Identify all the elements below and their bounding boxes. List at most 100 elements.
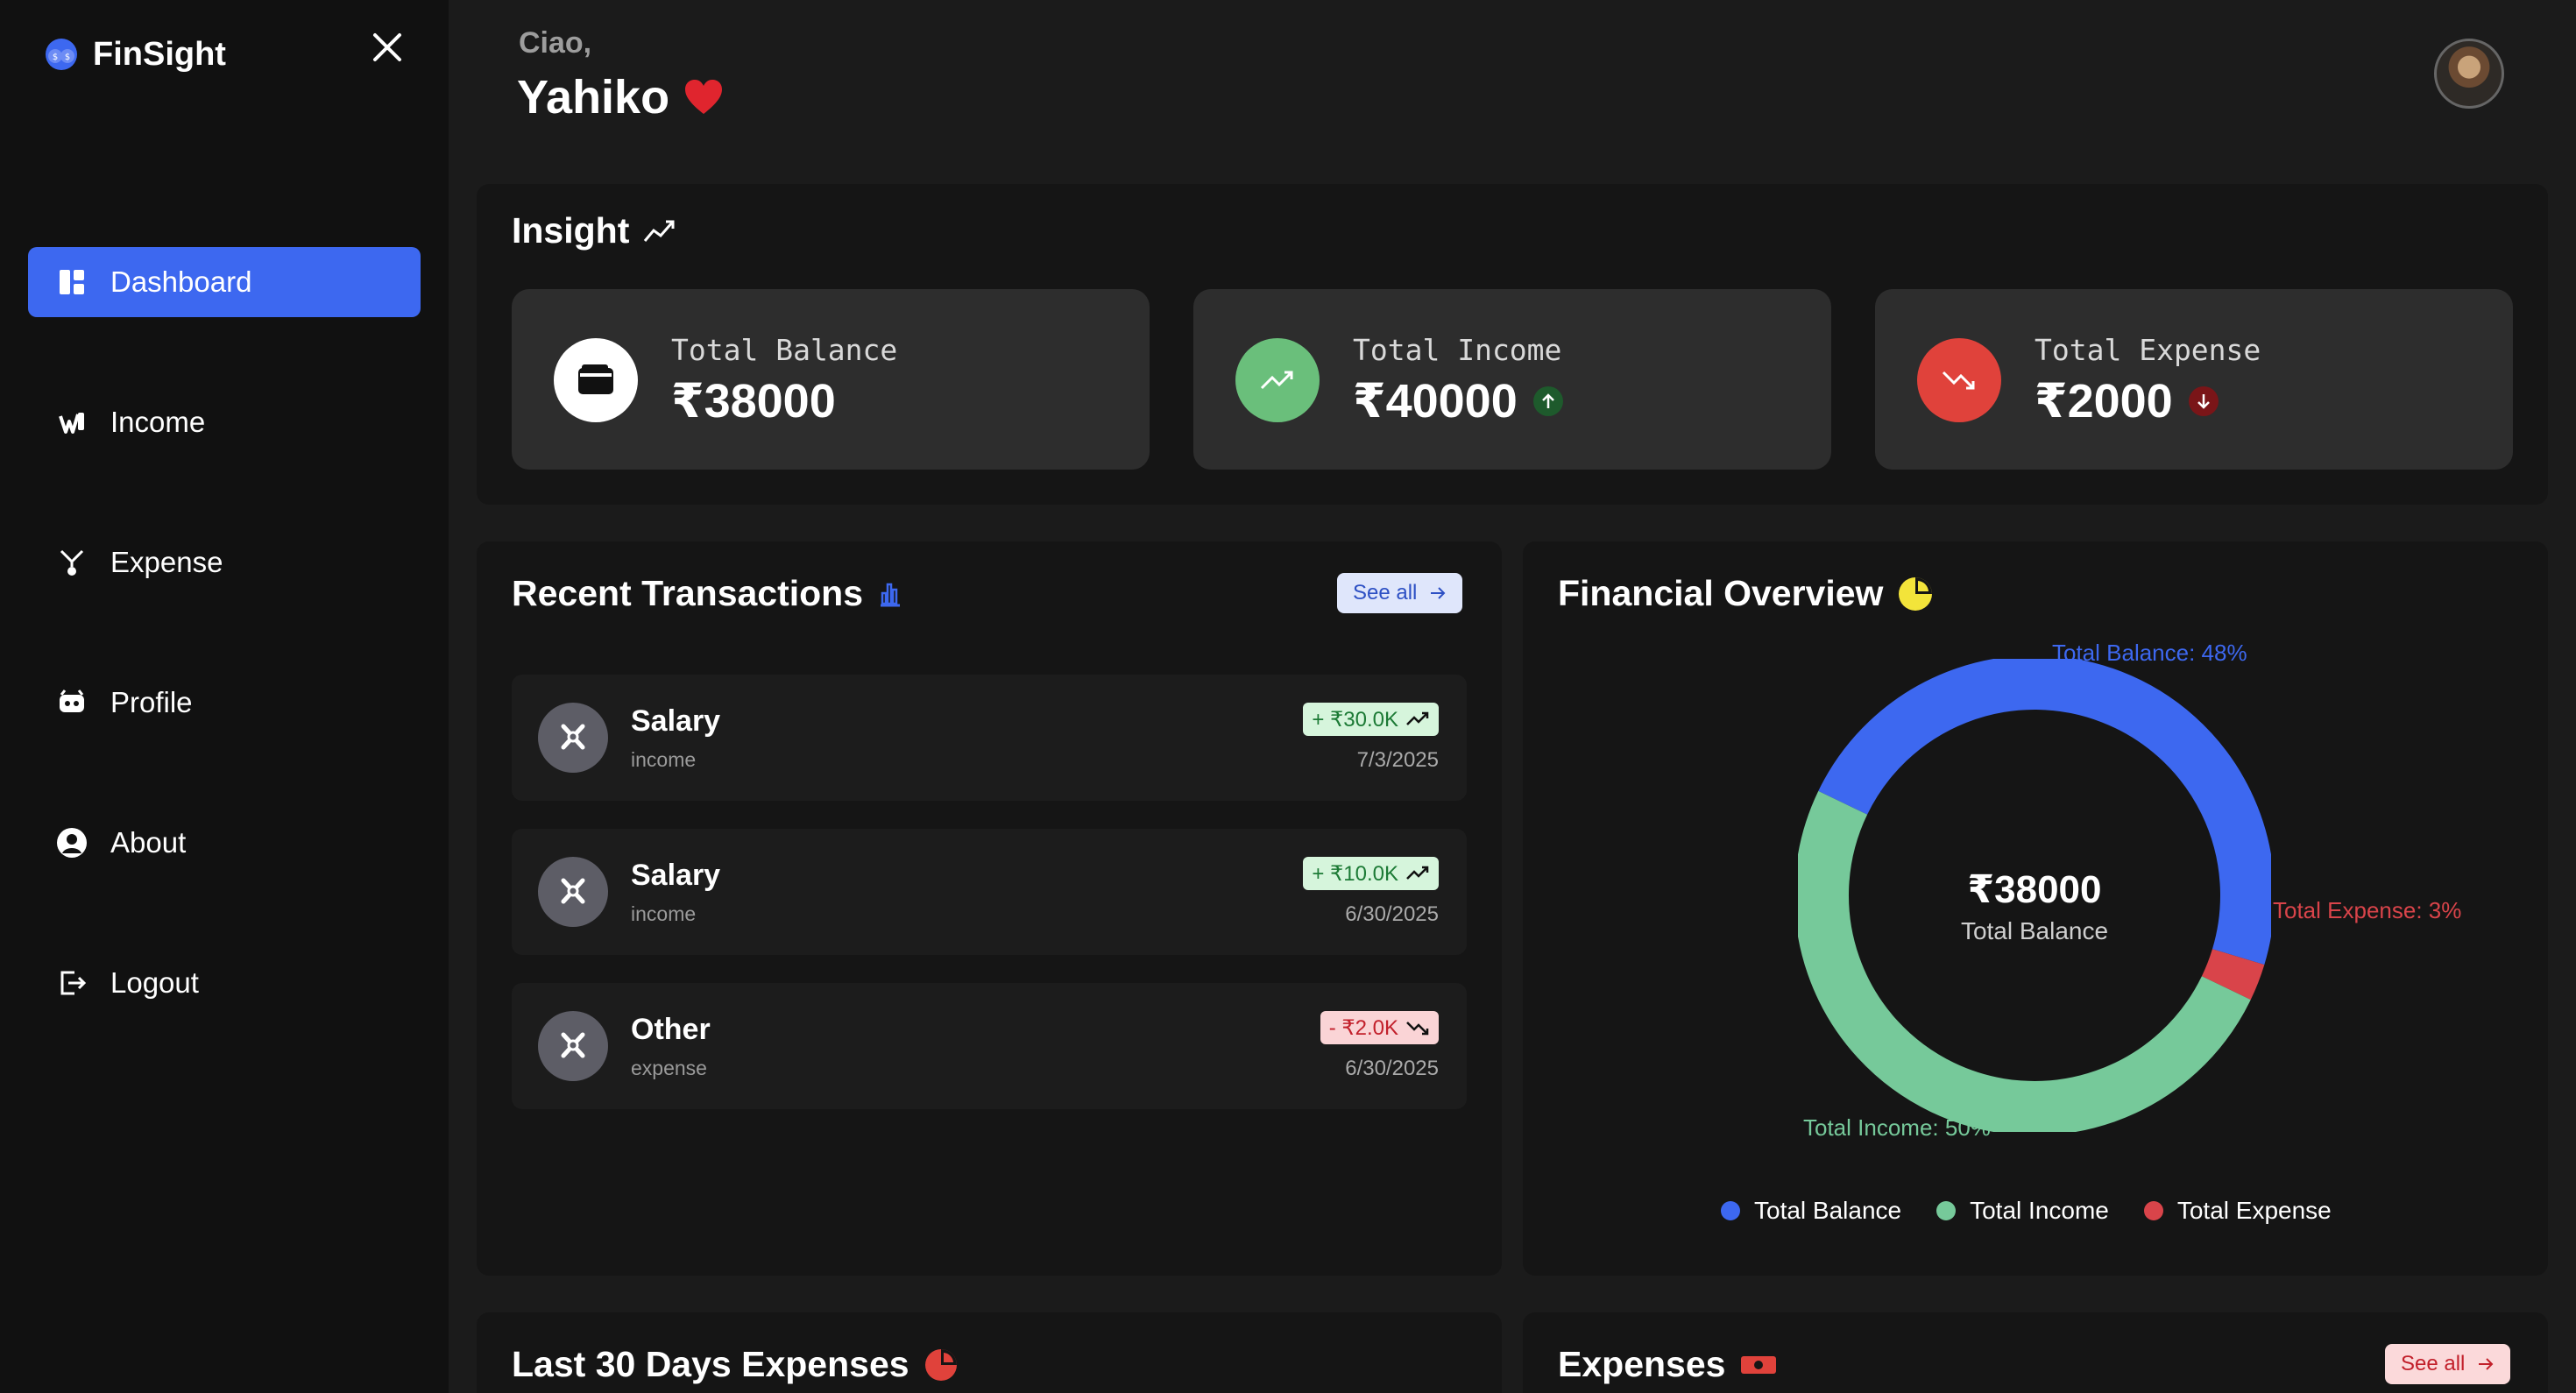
sidebar-item-label: About — [110, 826, 187, 859]
transaction-amount-badge: + ₹30.0K — [1303, 703, 1439, 736]
transaction-date: 7/3/2025 — [1356, 748, 1439, 772]
card-label: Total Income — [1353, 333, 1562, 367]
profile-icon — [56, 687, 88, 718]
transaction-date: 6/30/2025 — [1345, 902, 1439, 926]
arrow-right-icon — [2479, 1358, 2494, 1370]
trending-up-icon — [1406, 866, 1429, 880]
sidebar-item-label: Dashboard — [110, 265, 252, 298]
trending-up-icon — [1406, 711, 1429, 725]
legend-dot — [1936, 1201, 1957, 1220]
svg-text:$: $ — [65, 53, 70, 62]
sidebar-item-label: Logout — [110, 966, 199, 999]
donut-slice-total-income[interactable] — [1798, 790, 2251, 1132]
svg-text:$: $ — [53, 53, 58, 62]
insight-title: Insight — [512, 210, 676, 251]
recent-transactions-title: Recent Transactions — [512, 573, 902, 614]
greeting-text: Ciao, — [519, 26, 592, 60]
transaction-amount-badge: + ₹10.0K — [1303, 857, 1439, 890]
recent-title-text: Recent Transactions — [512, 573, 864, 613]
sidebar-item-label: Expense — [110, 546, 223, 578]
legend-label: Total Income — [1970, 1197, 2109, 1224]
finsight-logo-icon: $ $ — [46, 39, 77, 70]
donut-center-label: Total Balance — [1960, 917, 2109, 944]
sidebar-item-profile[interactable]: Profile — [28, 668, 421, 738]
sidebar-item-logout[interactable]: Logout — [28, 948, 421, 1018]
sidebar-item-income[interactable]: Income — [28, 387, 421, 457]
transaction-category-icon — [538, 857, 608, 927]
transaction-category: expense — [631, 1057, 707, 1079]
card-label: Total Balance — [671, 333, 898, 367]
legend-item-expense[interactable]: Total Expense — [2143, 1197, 2332, 1225]
sidebar-item-label: Profile — [110, 686, 193, 718]
card-value: ₹40000 — [1353, 373, 1563, 428]
transaction-amount: - ₹2.0K — [1328, 1015, 1398, 1040]
legend-label: Total Balance — [1754, 1197, 1902, 1224]
transaction-category: income — [631, 902, 697, 925]
last30-title-text: Last 30 Days Expenses — [512, 1344, 909, 1384]
cash-icon — [1741, 1355, 1777, 1374]
expense-icon — [56, 547, 88, 578]
sidebar-item-expense[interactable]: Expense — [28, 527, 421, 598]
arrow-down-icon — [2188, 385, 2219, 416]
about-icon — [56, 827, 88, 859]
trending-up-icon — [1235, 338, 1320, 422]
card-label: Total Expense — [2035, 333, 2261, 367]
card-value-text: ₹40000 — [1353, 375, 1518, 428]
legend-item-balance[interactable]: Total Balance — [1721, 1197, 1901, 1225]
last-30-days-title: Last 30 Days Expenses — [512, 1344, 959, 1385]
logout-icon — [56, 967, 88, 999]
see-all-expenses-button[interactable]: See all — [2385, 1344, 2511, 1384]
transaction-row[interactable]: Other expense - ₹2.0K 6/30/2025 — [512, 983, 1467, 1109]
sidebar-item-about[interactable]: About — [28, 808, 421, 878]
donut-center-value: ₹38000 — [1967, 868, 2102, 911]
transaction-amount: + ₹30.0K — [1312, 707, 1398, 732]
dashboard-icon — [56, 266, 88, 298]
see-all-transactions-button[interactable]: See all — [1337, 573, 1463, 613]
overview-title-text: Financial Overview — [1558, 573, 1884, 613]
avatar[interactable] — [2434, 39, 2504, 109]
arrow-up-icon — [1532, 385, 1563, 416]
donut-label-expense: Total Expense: 3% — [2273, 897, 2462, 923]
transaction-category-icon — [538, 703, 608, 773]
total-expense-card: Total Expense ₹2000 — [1875, 289, 2513, 470]
card-value: ₹2000 — [2035, 373, 2219, 428]
chart-legend: Total Balance Total Income Total Expense — [1721, 1197, 2332, 1225]
legend-label: Total Expense — [2176, 1197, 2332, 1224]
expenses-title-text: Expenses — [1558, 1344, 1726, 1384]
transaction-name: Other — [631, 1013, 711, 1046]
wallet-icon — [554, 338, 638, 422]
transaction-row[interactable]: Salary income + ₹30.0K 7/3/2025 — [512, 675, 1467, 801]
transaction-category: income — [631, 748, 697, 771]
trending-down-icon — [1917, 338, 2001, 422]
insight-title-text: Insight — [512, 210, 630, 251]
total-balance-card: Total Balance ₹38000 — [512, 289, 1150, 470]
legend-item-income[interactable]: Total Income — [1936, 1197, 2109, 1225]
sidebar-item-dashboard[interactable]: Dashboard — [28, 247, 421, 317]
transaction-name: Salary — [631, 859, 721, 892]
legend-dot — [2143, 1201, 2163, 1220]
income-icon — [56, 407, 88, 438]
trending-down-icon — [1406, 1022, 1429, 1036]
donut-center: ₹38000 Total Balance — [1859, 867, 2210, 945]
transaction-amount: + ₹10.0K — [1312, 861, 1398, 886]
sidebar-item-label: Income — [110, 406, 206, 438]
card-value: ₹38000 — [671, 373, 836, 428]
financial-overview-title: Financial Overview — [1558, 573, 1934, 614]
pie-chart-icon — [1899, 576, 1933, 611]
arrow-right-icon — [1431, 587, 1446, 599]
transaction-name: Salary — [631, 704, 721, 738]
username-heading: Yahiko — [517, 70, 724, 124]
donut-label-balance: Total Balance: 48% — [2052, 640, 2247, 666]
see-all-label: See all — [2401, 1352, 2466, 1375]
transaction-row[interactable]: Salary income + ₹10.0K 6/30/2025 — [512, 829, 1467, 955]
transaction-category-icon — [538, 1011, 608, 1081]
username: Yahiko — [517, 71, 670, 124]
bar-chart-icon — [881, 583, 901, 606]
brand[interactable]: $ $ FinSight — [42, 35, 226, 74]
close-sidebar-icon[interactable] — [366, 26, 408, 68]
total-income-card: Total Income ₹40000 — [1193, 289, 1831, 470]
transaction-date: 6/30/2025 — [1345, 1057, 1439, 1080]
donut-label-income: Total Income: 50% — [1803, 1114, 1991, 1141]
donut-slice-total-expense[interactable] — [2201, 948, 2265, 1001]
expenses-title: Expenses — [1558, 1344, 1778, 1385]
